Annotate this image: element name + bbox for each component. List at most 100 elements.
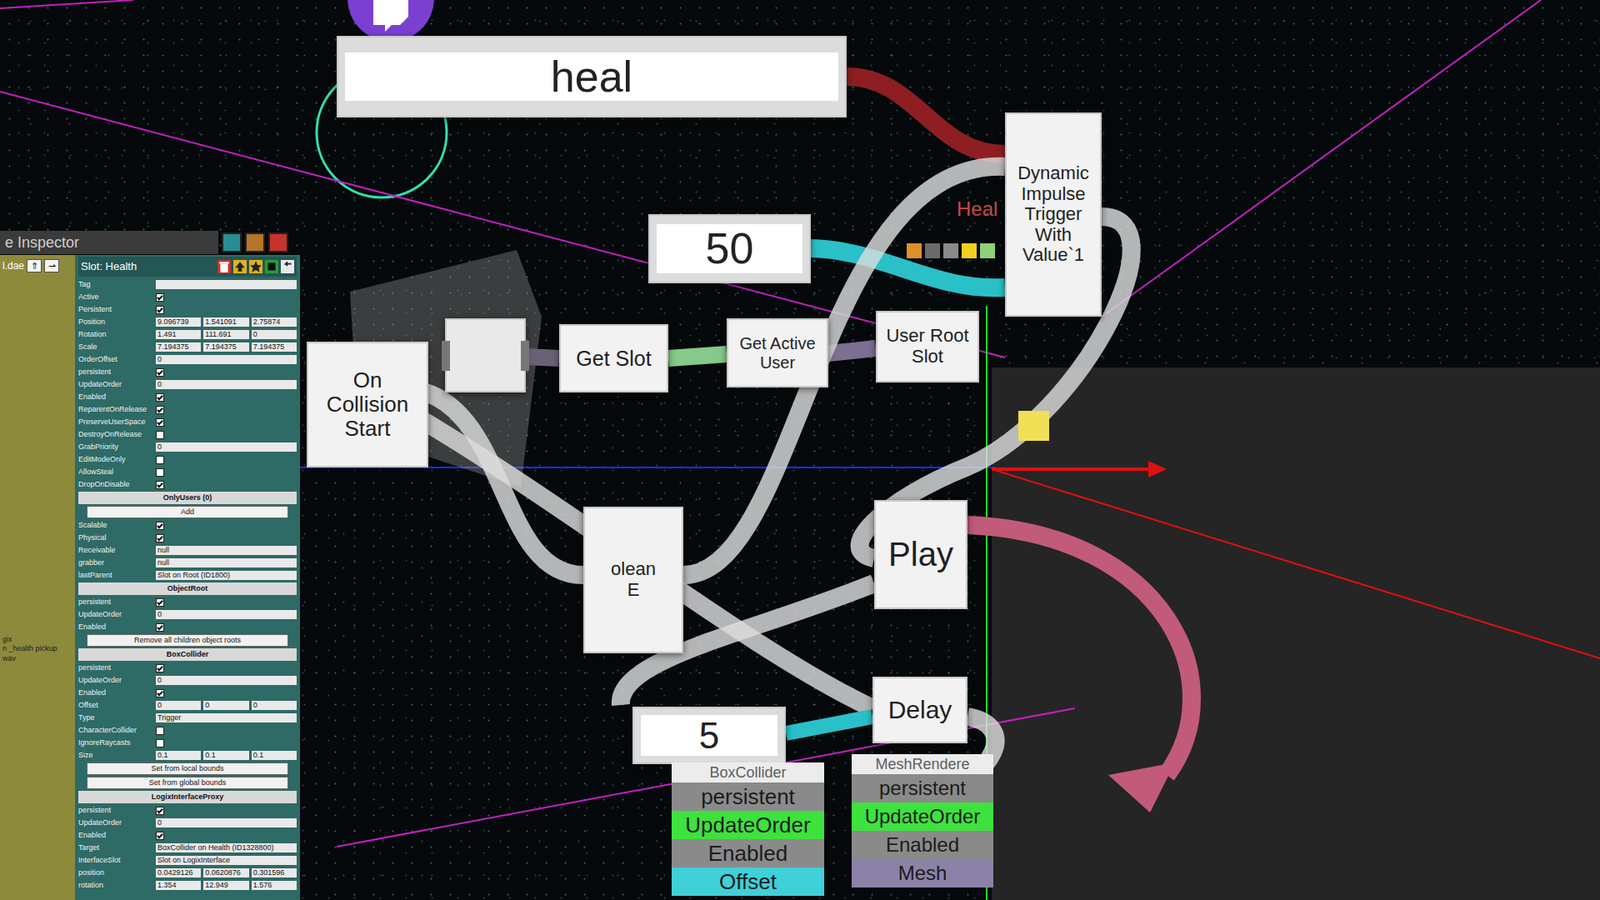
vector-field[interactable]: 0.0429126 (155, 868, 201, 878)
vector-field[interactable]: 1.491 (155, 330, 201, 340)
close-icon[interactable] (268, 232, 289, 253)
value-field[interactable]: 0 (155, 380, 297, 390)
field-checkbox[interactable] (155, 368, 165, 377)
vector-field[interactable]: 1.354 (155, 880, 201, 890)
component-panel[interactable]: BoxColliderpersistentUpdateOrderEnabledO… (671, 762, 825, 896)
value-field[interactable]: 0 (155, 355, 297, 365)
vector-field[interactable]: 7.194375 (155, 342, 201, 352)
value-field[interactable]: Slot on LogixInterface (155, 855, 297, 865)
back-arrow-icon[interactable] (280, 260, 295, 274)
component-field[interactable]: Enabled (851, 830, 994, 860)
value-field[interactable]: heal (345, 52, 839, 101)
field-checkbox[interactable] (155, 468, 165, 477)
value-field[interactable]: BoxCollider on Health (ID1328800) (155, 843, 297, 853)
field-checkbox[interactable] (155, 664, 165, 673)
value-field[interactable]: 5 (640, 715, 778, 756)
value-field[interactable]: 0 (155, 818, 297, 828)
vector-field[interactable]: 7.194375 (251, 342, 297, 352)
value-field[interactable]: 0 (155, 442, 297, 452)
field-checkbox[interactable] (155, 521, 165, 530)
hierarchy-item[interactable]: gix (2, 635, 73, 645)
field-checkbox[interactable] (155, 455, 165, 465)
vector-field[interactable]: 0.1 (251, 750, 297, 760)
inspector-row: Enabled (78, 390, 297, 404)
vector-field[interactable]: 0.0620876 (203, 868, 249, 878)
vector-field[interactable]: 0 (203, 700, 249, 710)
vector-field[interactable]: 12.949 (203, 880, 249, 890)
component-field[interactable]: Mesh (851, 859, 994, 888)
vector-field[interactable]: 7.194375 (203, 342, 249, 352)
scene-inspector[interactable]: e Inspectorl.dae⇑⇀gixn _health pickup wa… (0, 230, 300, 900)
value-field[interactable]: 50 (656, 224, 803, 273)
logix-node[interactable]: Get Slot (559, 324, 669, 393)
slot-reference-node[interactable] (445, 318, 526, 393)
vector-field[interactable]: 0 (155, 700, 201, 710)
file-name[interactable]: l.dae (2, 258, 25, 274)
vector-field[interactable]: 0 (251, 330, 297, 340)
inspector-button[interactable]: Set from global bounds (86, 776, 289, 790)
root-icon[interactable] (265, 260, 279, 274)
logix-node[interactable]: User Root Slot (875, 310, 980, 383)
field-label: rotation (78, 880, 154, 890)
vector-field[interactable]: 111.691 (203, 330, 249, 340)
field-checkbox[interactable] (155, 418, 165, 427)
vector-field[interactable]: 0.1 (155, 750, 201, 760)
logix-node[interactable]: Play (874, 500, 968, 610)
logix-node[interactable]: olean E (583, 506, 684, 654)
vector-field[interactable]: 9.096739 (155, 317, 201, 327)
field-checkbox[interactable] (155, 480, 165, 490)
component-field[interactable]: Offset (671, 867, 825, 896)
component-panel[interactable]: MeshRenderepersistentUpdateOrderEnabledM… (851, 754, 994, 888)
inspector-button[interactable]: Remove all children object roots (86, 634, 289, 647)
inspector-row: persistent (78, 661, 297, 675)
value-field[interactable]: Slot on Root (ID1800) (155, 570, 297, 580)
value-input-node[interactable]: heal (336, 35, 847, 118)
value-field[interactable]: null (155, 558, 297, 568)
duplicate-icon[interactable] (245, 232, 265, 253)
hierarchy-item[interactable]: n _health pickup wav (2, 644, 73, 664)
logix-node[interactable]: On Collision Start (306, 341, 429, 468)
field-checkbox[interactable] (155, 430, 165, 440)
component-field[interactable]: UpdateOrder (671, 810, 825, 840)
vector-field[interactable]: 2.75874 (251, 317, 297, 327)
field-checkbox[interactable] (155, 598, 165, 607)
vector-field[interactable]: 0.1 (203, 750, 249, 760)
inspector-button[interactable]: Set from local bounds (86, 762, 289, 775)
field-checkbox[interactable] (155, 405, 165, 415)
value-field[interactable]: 0 (155, 610, 297, 620)
field-checkbox[interactable] (155, 534, 165, 543)
field-checkbox[interactable] (155, 293, 165, 302)
value-field[interactable]: Trigger (155, 713, 297, 723)
nav-button[interactable]: ⇑ (26, 259, 42, 273)
component-field[interactable]: Enabled (671, 839, 825, 868)
field-checkbox[interactable] (155, 831, 165, 840)
component-field[interactable]: persistent (671, 782, 825, 811)
value-input-node[interactable]: 5 (632, 706, 786, 765)
value-field[interactable]: 0 (155, 675, 297, 685)
trash-icon[interactable] (217, 260, 231, 274)
logix-node[interactable]: Get Active User (726, 318, 829, 388)
value-field[interactable]: null (155, 545, 297, 555)
nav-button[interactable]: ⇀ (44, 259, 60, 273)
component-field[interactable]: UpdateOrder (851, 802, 994, 831)
field-checkbox[interactable] (155, 305, 165, 315)
vector-field[interactable]: 0.301596 (251, 868, 297, 878)
vector-field[interactable]: 0 (251, 700, 297, 710)
field-checkbox[interactable] (155, 689, 165, 698)
value-field[interactable] (155, 280, 297, 290)
component-field[interactable]: persistent (851, 774, 994, 803)
field-checkbox[interactable] (155, 393, 165, 402)
vector-field[interactable]: 1.541091 (203, 317, 249, 327)
field-checkbox[interactable] (155, 726, 165, 735)
inspector-button[interactable]: Add (86, 505, 289, 519)
value-input-node[interactable]: 50 (648, 214, 811, 284)
logix-node[interactable]: Dynamic Impulse Trigger With Value`1 (1005, 112, 1102, 317)
up-arrow-icon[interactable] (233, 260, 247, 274)
star-icon[interactable] (249, 260, 263, 274)
field-checkbox[interactable] (155, 739, 165, 748)
pin-icon[interactable] (221, 232, 242, 253)
logix-node[interactable]: Delay (872, 676, 968, 744)
vector-field[interactable]: 1.576 (251, 880, 297, 890)
field-checkbox[interactable] (155, 806, 165, 815)
field-checkbox[interactable] (155, 623, 165, 632)
